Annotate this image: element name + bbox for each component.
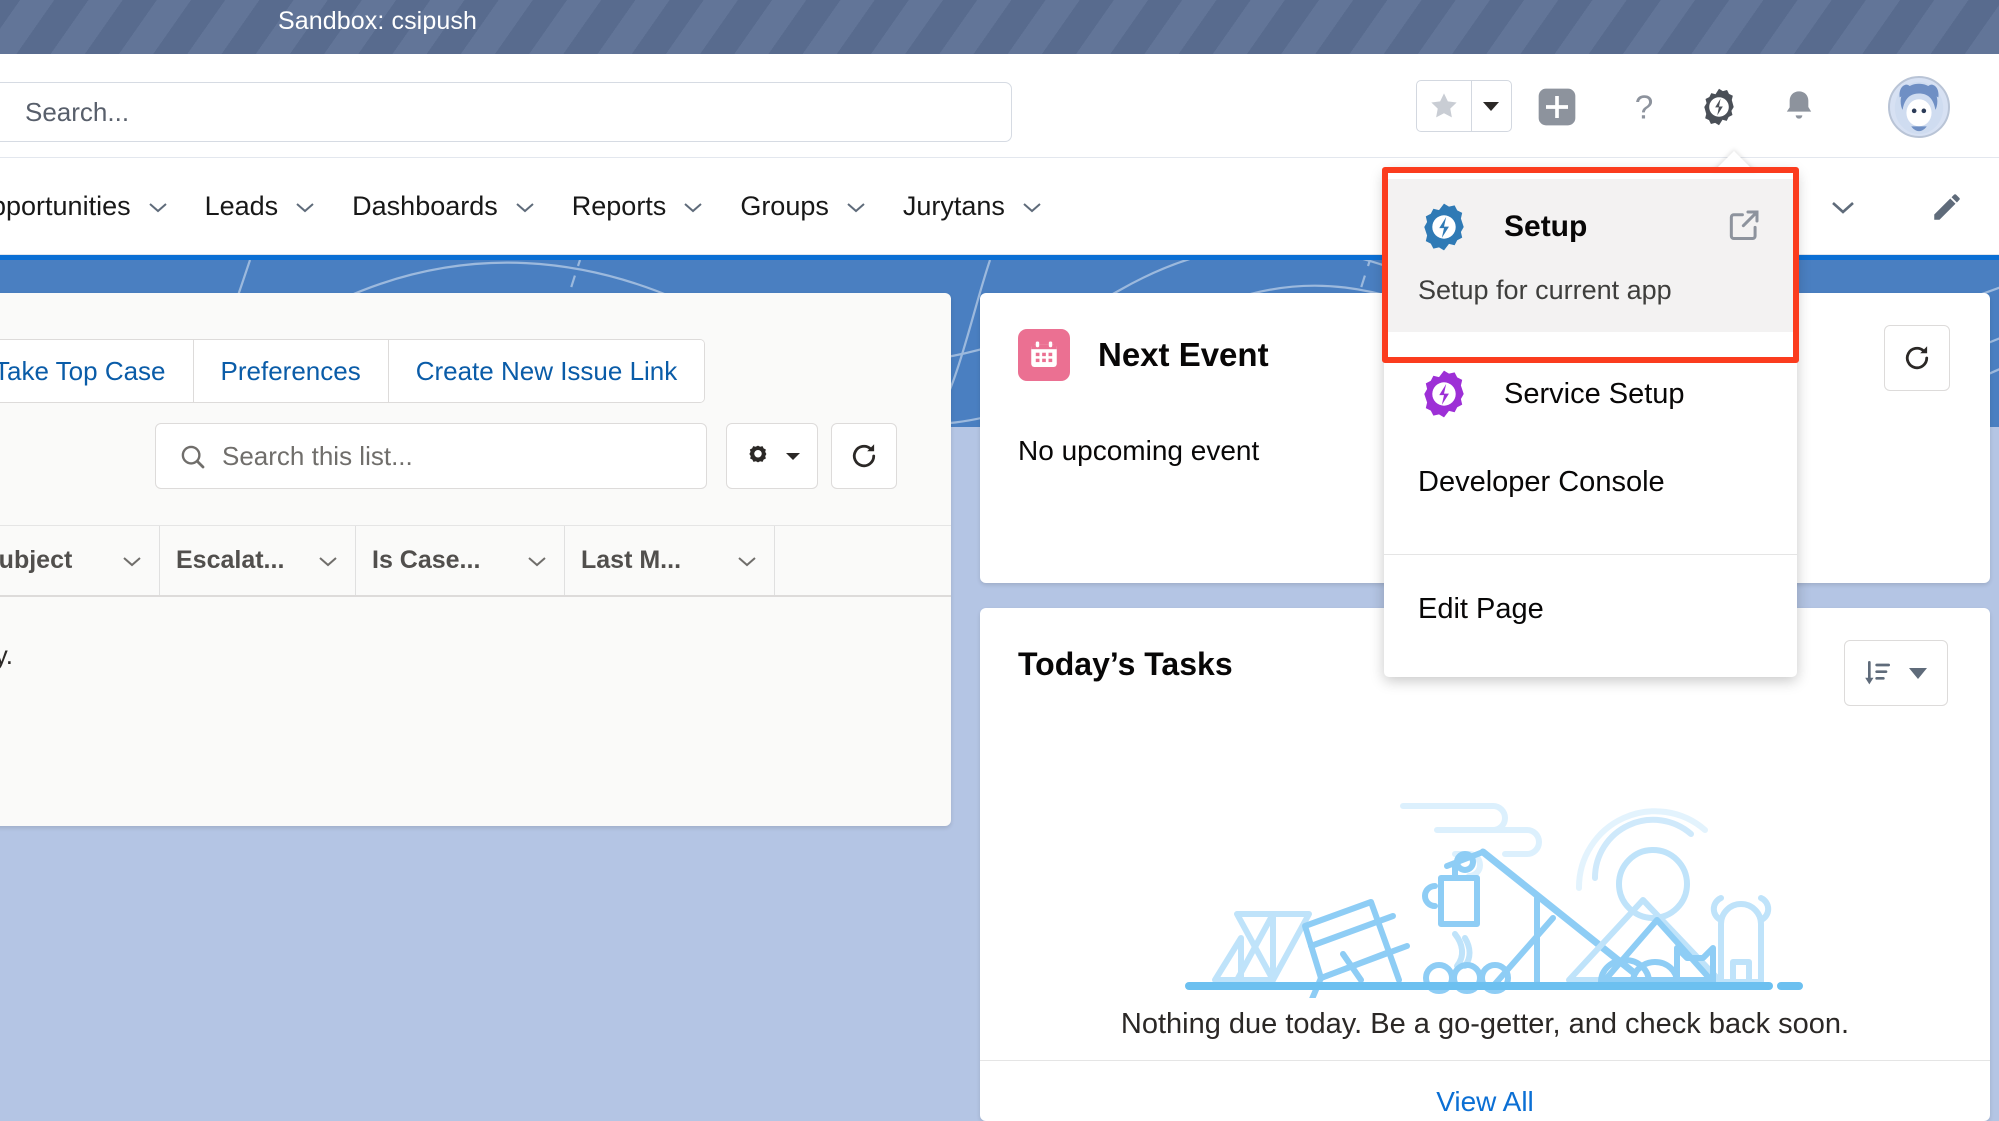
global-actions-icon[interactable] [1530, 80, 1584, 134]
menu-spacer [1384, 332, 1797, 350]
tasks-empty-message: Nothing due today. Be a go-getter, and c… [1120, 1008, 1850, 1040]
chevron-down-icon[interactable] [736, 554, 758, 568]
chevron-down-icon[interactable] [147, 200, 169, 214]
caret-down-icon [1909, 668, 1927, 679]
column-header-actions [775, 526, 951, 595]
chevron-down-icon[interactable] [526, 554, 548, 568]
take-top-case-button[interactable]: Take Top Case [0, 340, 194, 402]
nav-tail-controls [1791, 158, 1999, 255]
chevron-down-icon[interactable] [317, 554, 339, 568]
tasks-view-all-link[interactable]: View All [980, 1086, 1990, 1118]
favorites-control[interactable] [1416, 80, 1512, 132]
svg-text:?: ? [1635, 90, 1654, 127]
todays-tasks-title: Today’s Tasks [1018, 646, 1233, 682]
column-label: Subject [0, 546, 73, 574]
nav-item-reports[interactable]: Reports [554, 158, 723, 255]
nav-item-opportunities[interactable]: Opportunities [0, 158, 187, 255]
chevron-down-icon[interactable] [121, 554, 143, 568]
create-new-issue-link-button[interactable]: Create New Issue Link [388, 340, 705, 402]
nav-item-label: Groups [740, 191, 829, 221]
menu-item-service-setup[interactable]: Service Setup [1384, 350, 1797, 438]
tasks-divider [980, 1060, 1990, 1061]
nav-item-label: Opportunities [0, 191, 131, 221]
list-view-refresh-button[interactable] [831, 423, 897, 489]
search-icon [178, 442, 208, 477]
list-view-column-headers: Subject Escalat... Is Case... Last M... [0, 525, 951, 597]
menu-item-label: Edit Page [1418, 592, 1544, 625]
chevron-down-icon[interactable] [845, 200, 867, 214]
column-header-last-modified[interactable]: Last M... [565, 526, 775, 595]
nav-item-jurytans[interactable]: Jurytans [885, 158, 1061, 255]
calendar-icon [1018, 329, 1070, 381]
nav-item-label: Jurytans [902, 191, 1005, 221]
chevron-down-icon[interactable] [1021, 200, 1043, 214]
setup-gear-icon[interactable] [1692, 80, 1746, 134]
next-event-header: Next Event [1018, 329, 1269, 381]
next-event-empty-text: No upcoming event [1018, 435, 1260, 466]
next-event-refresh-button[interactable] [1884, 325, 1950, 391]
nav-item-list: Opportunities Leads Dashboards Reports G… [0, 158, 1061, 255]
edit-pencil-icon[interactable] [1895, 190, 1999, 224]
list-view-settings-button[interactable] [726, 423, 818, 489]
global-search-input[interactable]: Search... [0, 82, 1012, 142]
menu-item-developer-console[interactable]: Developer Console [1384, 438, 1797, 526]
menu-spacer [1384, 526, 1797, 544]
menu-item-edit-page[interactable]: Edit Page [1384, 565, 1797, 653]
external-link-icon[interactable] [1725, 206, 1763, 249]
menu-spacer [1384, 653, 1797, 677]
menu-item-label: Service Setup [1504, 377, 1685, 410]
sandbox-banner: Sandbox: csipush [0, 0, 1999, 54]
column-header-escalated[interactable]: Escalat... [160, 526, 356, 595]
chevron-down-icon[interactable] [514, 200, 536, 214]
list-view-empty-text: play. [0, 640, 13, 670]
menu-divider [1384, 554, 1797, 555]
sort-descending-icon [1865, 661, 1890, 685]
user-avatar[interactable] [1888, 76, 1950, 138]
column-label: Is Case... [372, 546, 481, 574]
chevron-down-icon[interactable] [294, 200, 316, 214]
service-setup-gear-icon [1418, 368, 1470, 420]
notifications-bell-icon[interactable] [1772, 80, 1826, 134]
column-label: Last M... [581, 546, 682, 574]
column-header-is-case[interactable]: Is Case... [356, 526, 565, 595]
tasks-sort-button[interactable] [1844, 640, 1948, 706]
menu-item-label: Developer Console [1418, 465, 1665, 498]
list-view-action-buttons: Take Top Case Preferences Create New Iss… [0, 339, 706, 403]
setup-menu-pointer [1712, 151, 1756, 173]
favorites-caret-icon[interactable] [1470, 81, 1511, 131]
favorites-star-icon[interactable] [1417, 81, 1471, 131]
setup-menu-featured-item[interactable]: Setup Setup for current app [1384, 179, 1797, 332]
setup-menu-featured-label: Setup [1504, 210, 1588, 243]
nav-item-label: Reports [571, 191, 667, 221]
column-header-subject[interactable]: Subject [0, 526, 160, 595]
setup-gear-icon [1418, 201, 1470, 253]
next-event-title: Next Event [1098, 336, 1269, 373]
nav-item-dashboards[interactable]: Dashboards [334, 158, 554, 255]
column-label: Escalat... [176, 546, 285, 574]
help-icon[interactable]: ? [1617, 80, 1671, 134]
setup-menu-featured-subtitle: Setup for current app [1418, 275, 1672, 305]
list-search-placeholder: Search this list... [222, 441, 413, 471]
chevron-down-icon[interactable] [682, 200, 704, 214]
setup-dropdown-menu: Setup Setup for current app Service Setu… [1384, 169, 1797, 677]
nav-item-label: Leads [204, 191, 279, 221]
global-header: Search... ? [0, 54, 1999, 158]
nav-item-label: Dashboards [352, 191, 498, 221]
camping-scene-illustration [980, 768, 1990, 998]
nav-item-groups[interactable]: Groups [722, 158, 885, 255]
list-search-input[interactable]: Search this list... [155, 423, 707, 489]
nav-item-leads[interactable]: Leads [187, 158, 335, 255]
global-search-placeholder: Search... [25, 97, 130, 127]
nav-more-chevron-icon[interactable] [1791, 198, 1895, 216]
preferences-button[interactable]: Preferences [193, 340, 389, 402]
sandbox-label: Sandbox: csipush [278, 7, 477, 35]
todays-tasks-card: Today’s Tasks Nothing due today. Be a go… [980, 608, 1990, 1121]
